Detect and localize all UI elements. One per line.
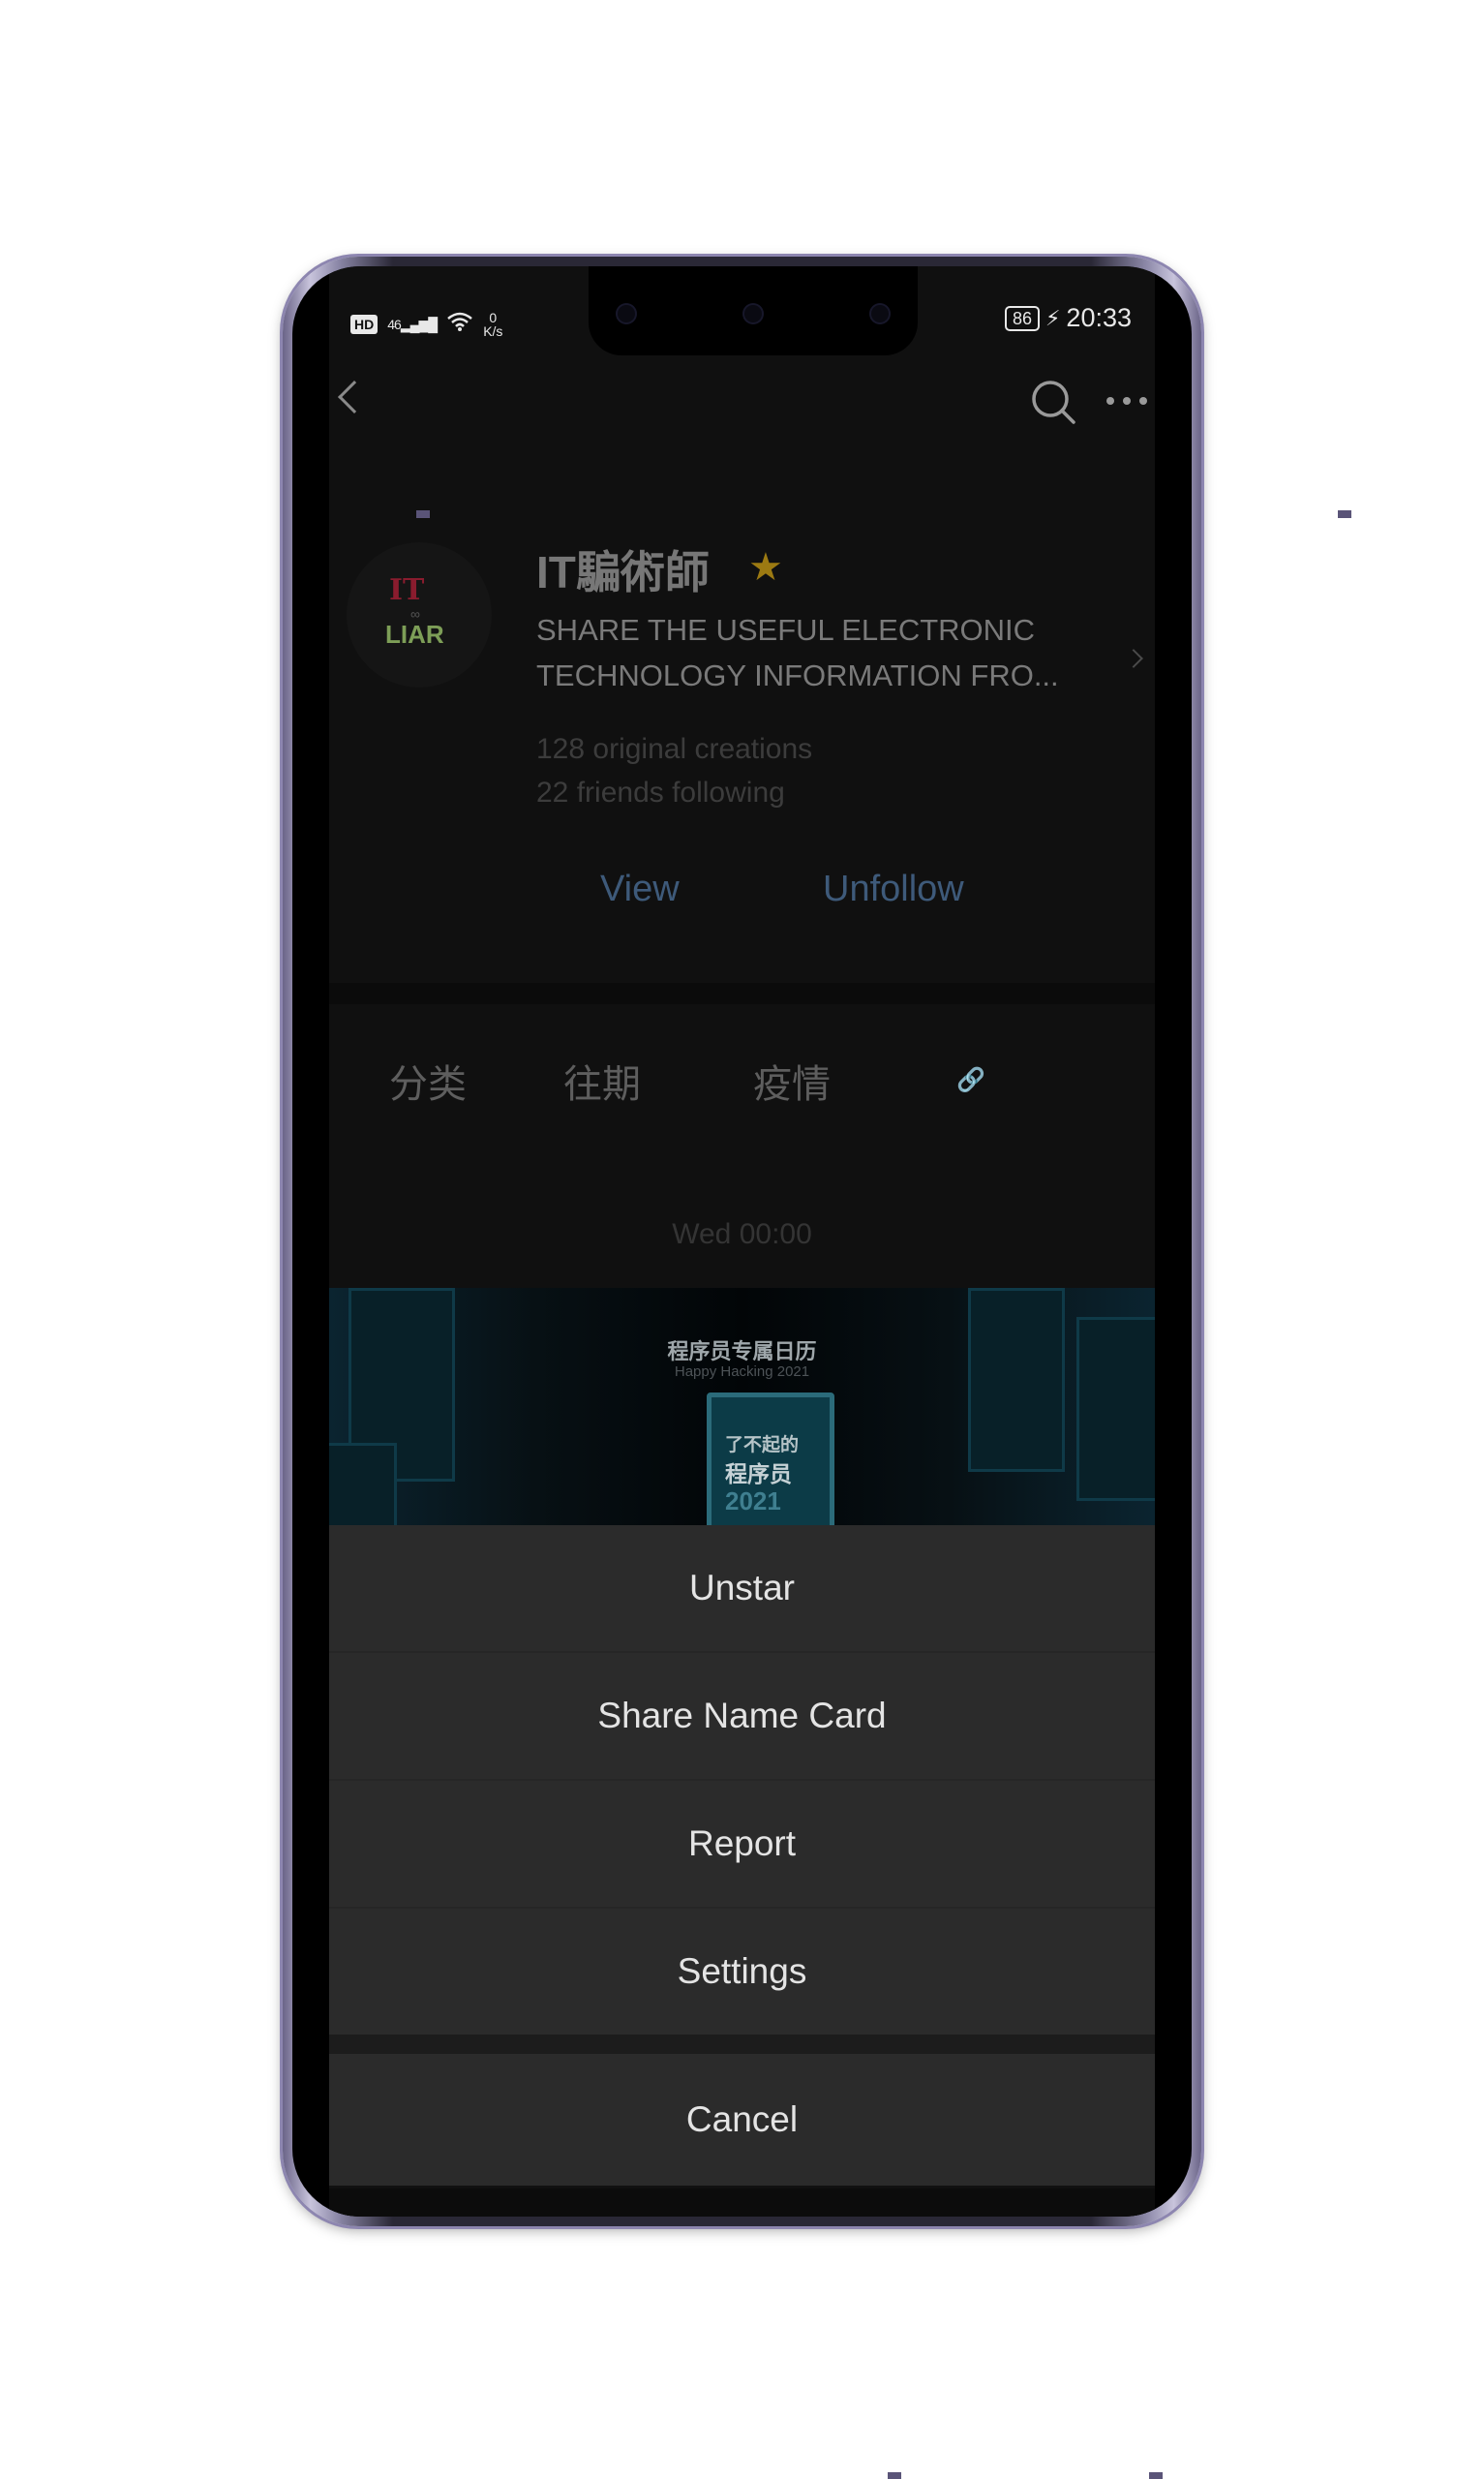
avatar-text-liar: LIAR bbox=[385, 620, 444, 649]
stage: HD 46▂▄▆█ 0 K/s 86 ⚡ 20:33 IT ∞ LIAR IT騙… bbox=[0, 0, 1484, 2479]
account-description[interactable]: SHARE THE USEFUL ELECTRONIC TECHNOLOGY I… bbox=[536, 607, 1078, 698]
wifi-icon bbox=[446, 311, 473, 338]
clock: 20:33 bbox=[1066, 303, 1132, 332]
hardware-button bbox=[416, 510, 430, 518]
friends-following: 22 friends following bbox=[536, 777, 785, 809]
menu-tab-history[interactable]: 往期 bbox=[563, 1053, 641, 1109]
avatar[interactable]: IT ∞ LIAR bbox=[347, 542, 492, 688]
camera-dot bbox=[618, 305, 635, 322]
battery-icon: 86 bbox=[1004, 305, 1040, 331]
cover-decor bbox=[329, 1443, 397, 1525]
hd-badge: HD bbox=[350, 315, 379, 334]
book-line-3: 2021 bbox=[725, 1486, 781, 1515]
post-date: Wed 00:00 bbox=[672, 1218, 812, 1250]
hardware-button bbox=[1338, 510, 1351, 518]
cover-subtitle: Happy Hacking 2021 bbox=[674, 1363, 810, 1380]
original-creations: 128 original creations bbox=[536, 733, 813, 765]
star-icon: ★ bbox=[748, 546, 783, 589]
book-line-1: 了不起的 bbox=[725, 1435, 800, 1455]
hardware-button bbox=[1149, 2472, 1163, 2479]
article-cover[interactable]: 程序员专属日历 Happy Hacking 2021 了不起的 程序员 2021 bbox=[329, 1288, 1155, 1525]
avatar-text-it: IT bbox=[389, 573, 425, 607]
phone-frame: HD 46▂▄▆█ 0 K/s 86 ⚡ 20:33 IT ∞ LIAR IT騙… bbox=[283, 257, 1351, 2479]
settings-option[interactable]: Settings bbox=[329, 1909, 1155, 2035]
link-icon: 🔗 bbox=[956, 1067, 985, 1093]
cover-title: 程序员专属日历 bbox=[667, 1339, 817, 1363]
account-name: IT騙術師 bbox=[536, 547, 710, 597]
status-right: 86 ⚡ 20:33 bbox=[1004, 303, 1132, 333]
hardware-button bbox=[888, 2472, 901, 2479]
chevron-right-icon[interactable] bbox=[1124, 649, 1143, 668]
section-separator bbox=[329, 983, 1155, 1004]
navigation-strip bbox=[329, 2188, 1155, 2217]
signal-label: 46 bbox=[387, 316, 402, 332]
book-image: 了不起的 程序员 2021 bbox=[707, 1393, 834, 1525]
account-stats: 128 original creations 22 friends follow… bbox=[536, 727, 812, 814]
cancel-button[interactable]: Cancel bbox=[329, 2054, 1155, 2186]
sheet-gap bbox=[329, 2035, 1155, 2054]
status-bar: HD 46▂▄▆█ 0 K/s 86 ⚡ 20:33 bbox=[329, 266, 1155, 355]
phone-bezel: HD 46▂▄▆█ 0 K/s 86 ⚡ 20:33 IT ∞ LIAR IT騙… bbox=[292, 266, 1192, 2217]
chevron-left-icon[interactable] bbox=[338, 381, 371, 413]
net-speed: 0 K/s bbox=[483, 311, 502, 338]
camera-dot bbox=[744, 305, 762, 322]
charging-icon: ⚡ bbox=[1045, 305, 1061, 330]
action-sheet: Unstar Share Name Card Report Settings C… bbox=[329, 1525, 1155, 2217]
menu-tab-epidemic[interactable]: 疫情 bbox=[753, 1053, 831, 1109]
menu-tab-category[interactable]: 分类 bbox=[389, 1053, 467, 1109]
search-icon[interactable] bbox=[1030, 379, 1076, 425]
report-option[interactable]: Report bbox=[329, 1781, 1155, 1907]
more-dots-icon[interactable] bbox=[1106, 397, 1149, 407]
book-line-2: 程序员 bbox=[725, 1461, 792, 1486]
net-speed-unit: K/s bbox=[483, 323, 503, 339]
screen: HD 46▂▄▆█ 0 K/s 86 ⚡ 20:33 IT ∞ LIAR IT騙… bbox=[329, 266, 1155, 2217]
unstar-option[interactable]: Unstar bbox=[329, 1525, 1155, 1651]
unfollow-button[interactable]: Unfollow bbox=[823, 869, 964, 910]
cover-decor bbox=[968, 1288, 1065, 1472]
camera-dot bbox=[871, 305, 889, 322]
camera-notch bbox=[589, 266, 918, 355]
view-button[interactable]: View bbox=[600, 869, 680, 910]
status-left: HD 46▂▄▆█ 0 K/s bbox=[350, 311, 502, 338]
signal-icon: 46▂▄▆█ bbox=[387, 316, 438, 332]
account-menu: 分类 往期 疫情 bbox=[329, 1004, 1155, 1130]
share-name-card-option[interactable]: Share Name Card bbox=[329, 1653, 1155, 1779]
